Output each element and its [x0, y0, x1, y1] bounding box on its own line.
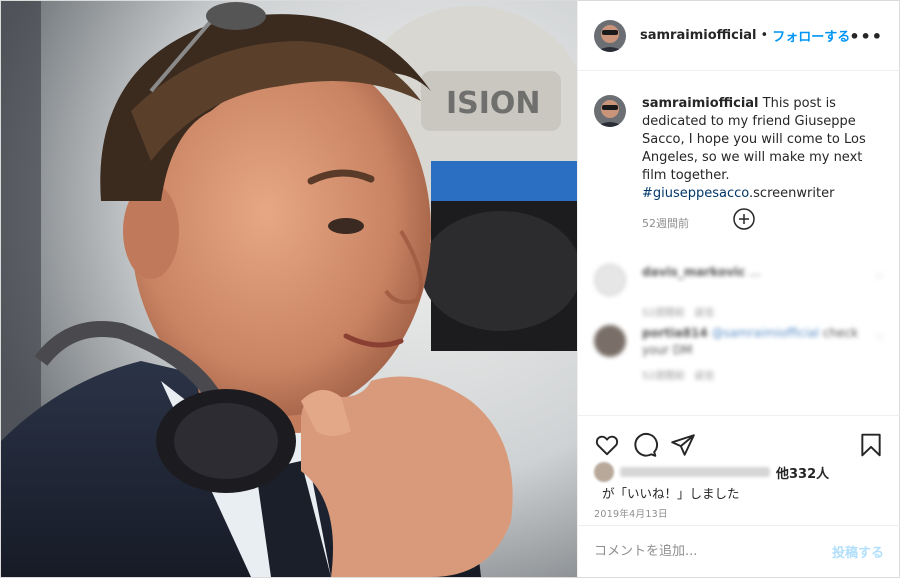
commenter-avatar[interactable]	[594, 264, 626, 296]
instagram-post: ISION samraimiofficial • フォローする ••• samr…	[0, 0, 900, 578]
separator-dot: •	[760, 28, 769, 43]
comment-item: davis_markovic ... 52週間前 返信 ♡	[594, 264, 884, 319]
comment-body: ...	[749, 265, 761, 279]
caption-tail: .screenwriter	[749, 186, 835, 201]
author-username[interactable]: samraimiofficial	[640, 28, 757, 43]
commenter-username[interactable]: portia814	[642, 326, 708, 340]
comment-text: portia814 @samraimiofficial check your D…	[642, 325, 862, 359]
comment-text: davis_markovic ...	[642, 264, 862, 281]
post-side-panel: samraimiofficial • フォローする ••• samraimiof…	[577, 1, 900, 577]
caption-row: samraimiofficial This post is dedicated …	[594, 95, 883, 203]
author-avatar[interactable]	[594, 19, 626, 52]
commenter-username[interactable]: davis_markovic	[642, 265, 745, 279]
comment-like-icon[interactable]: ♡	[875, 272, 884, 283]
caption-avatar[interactable]	[594, 95, 626, 127]
caption-text: samraimiofficial This post is dedicated …	[642, 95, 883, 203]
comment-time: 52週間前	[642, 308, 685, 319]
liked-text: が「いいね！」しました	[602, 486, 740, 501]
comment-item: portia814 @samraimiofficial check your D…	[594, 325, 884, 382]
commenter-avatar[interactable]	[594, 325, 626, 357]
comment-meta: 52週間前 返信	[642, 304, 884, 319]
caption-hashtag[interactable]: #giuseppesacco	[642, 186, 749, 201]
comment-like-icon[interactable]: ♡	[875, 333, 884, 344]
caption-time: 52週間前	[642, 217, 689, 230]
liker-username-blurred[interactable]	[620, 467, 770, 477]
caption-username[interactable]: samraimiofficial	[642, 96, 759, 111]
comments-area: samraimiofficial This post is dedicated …	[578, 71, 899, 416]
heart-icon[interactable]	[594, 432, 620, 458]
follow-button[interactable]: フォローする	[772, 26, 850, 45]
likes-summary: 他332人	[578, 462, 900, 482]
action-bar	[578, 416, 900, 462]
post-header: samraimiofficial • フォローする •••	[578, 1, 899, 71]
comment-time: 52週間前	[642, 371, 685, 382]
bookmark-icon[interactable]	[858, 432, 884, 458]
reply-button[interactable]: 返信	[694, 308, 714, 319]
comment-input[interactable]	[594, 544, 814, 559]
action-section: 他332人 が「いいね！」しました 2019年4月13日	[578, 415, 900, 525]
comment-meta: 52週間前 返信	[642, 367, 884, 382]
others-likes-count[interactable]: 他332人	[776, 463, 829, 482]
svg-text:ISION: ISION	[446, 86, 541, 121]
post-date[interactable]: 2019年4月13日	[578, 504, 900, 520]
comment-icon[interactable]	[632, 432, 658, 458]
add-comment-bar: 投稿する	[578, 525, 900, 577]
liker-avatar[interactable]	[594, 462, 614, 482]
paper-plane-icon[interactable]	[670, 432, 696, 458]
post-photo[interactable]: ISION	[1, 1, 577, 577]
plus-circle-icon[interactable]	[732, 207, 756, 231]
reply-button[interactable]: 返信	[694, 371, 714, 382]
comment-mention[interactable]: @samraimiofficial	[712, 326, 820, 340]
post-comment-button[interactable]: 投稿する	[832, 542, 884, 561]
more-options-icon[interactable]: •••	[849, 27, 883, 46]
photo-illustration: ISION	[1, 1, 577, 577]
